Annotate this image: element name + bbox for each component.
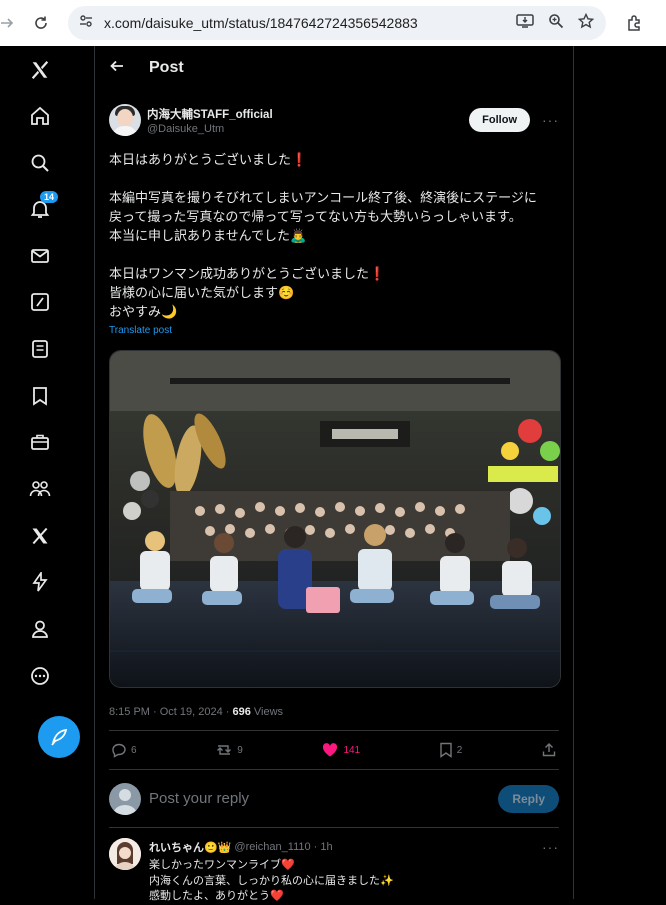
repost-count: 9	[237, 744, 243, 756]
reload-icon[interactable]	[26, 8, 56, 38]
sidebar-nav: 14	[0, 46, 94, 899]
tweet-line: おやすみ🌙	[109, 304, 178, 319]
reply-tweet[interactable]: れいちゃん🙂👑 @reichan_1110 · 1h ··· 楽しかったワンマン…	[95, 828, 573, 905]
tweet-line	[109, 169, 559, 188]
profile-icon[interactable]	[20, 609, 60, 649]
tweet: 内海大輔STAFF_official @Daisuke_Utm Follow ·…	[95, 90, 573, 828]
reply-count: 6	[131, 744, 137, 756]
heart-icon	[323, 743, 338, 757]
page-title: Post	[149, 59, 184, 76]
jobs-icon[interactable]	[20, 422, 60, 462]
address-bar[interactable]: x.com/daisuke_utm/status/184764272435654…	[68, 6, 606, 40]
follow-button[interactable]: Follow	[469, 108, 530, 132]
avatar[interactable]	[109, 838, 141, 870]
author-handle[interactable]: @Daisuke_Utm	[147, 123, 273, 135]
bookmark-icon	[440, 742, 452, 758]
tweet-line: 戻って撮った写真なので帰って写ってない方も大勢いらっしゃいます。	[109, 209, 522, 224]
tweet-actions: 6 9 141 2	[109, 730, 559, 770]
share-action[interactable]	[541, 742, 557, 758]
reply-author-handle[interactable]: @reichan_1110 · 1h	[234, 841, 332, 853]
home-icon[interactable]	[20, 96, 60, 136]
share-icon	[542, 743, 556, 757]
messages-icon[interactable]	[20, 236, 60, 276]
views-count: 696	[232, 706, 251, 718]
reply-text: 楽しかったワンマンライブ❤️ 内海くんの言葉、しっかり私の心に届きました✨ 感動…	[149, 858, 559, 905]
bookmark-count: 2	[456, 744, 463, 756]
bookmarks-icon[interactable]	[20, 376, 60, 416]
tweet-line: 皆様の心に届いた気がします☺️	[109, 285, 295, 300]
notifications-badge: 14	[39, 191, 58, 203]
reply-line: 感動したよ、ありがとう❤️	[149, 890, 284, 902]
like-action[interactable]: 141	[321, 742, 360, 758]
more-menu-icon[interactable]	[20, 656, 60, 696]
avatar[interactable]	[109, 104, 141, 136]
tweet-line: 本日はワンマン成功ありがとうございました❗️	[109, 266, 386, 281]
tweet-line: 本編中写真を撮りそびれてしまいアンコール終了後、終演後にステージに	[109, 190, 537, 205]
tweet-text: 本日はありがとうございました❗️ 本編中写真を撮りそびれてしまいアンコール終了後…	[109, 150, 559, 321]
grok-icon[interactable]	[20, 282, 60, 322]
repost-icon	[217, 745, 232, 755]
reply-icon	[112, 743, 126, 758]
tweet-author-row: 内海大輔STAFF_official @Daisuke_Utm Follow ·…	[109, 98, 559, 142]
translate-post-link[interactable]: Translate post	[109, 325, 559, 336]
tweet-line: 本当に申し訳ありませんでした🙇‍♂️	[109, 228, 307, 243]
reply-header: れいちゃん🙂👑 @reichan_1110 · 1h ···	[149, 838, 559, 856]
reply-input[interactable]: Post your reply	[149, 790, 249, 807]
notifications-icon[interactable]: 14	[20, 189, 60, 229]
premium-icon[interactable]	[20, 516, 60, 556]
author-display-name[interactable]: 内海大輔STAFF_official	[147, 106, 273, 122]
lists-icon[interactable]	[20, 329, 60, 369]
reply-line: 楽しかったワンマンライブ❤️	[149, 859, 295, 871]
bookmark-star-icon[interactable]	[577, 12, 595, 34]
forward-icon[interactable]	[0, 8, 22, 38]
reply-line: 内海くんの言葉、しっかり私の心に届きました✨	[149, 874, 394, 887]
like-count: 141	[343, 744, 361, 756]
post-timestamp[interactable]: 8:15 PM · Oct 19, 2024 ·	[109, 706, 229, 718]
x-logo-icon[interactable]	[20, 50, 60, 90]
views-label: Views	[253, 706, 284, 718]
more-options-icon[interactable]: ···	[542, 839, 559, 855]
tweet-line	[109, 245, 559, 264]
reply-button[interactable]: Reply	[498, 784, 559, 813]
communities-icon[interactable]	[20, 469, 60, 509]
url-text[interactable]: x.com/daisuke_utm/status/184764272435654…	[104, 15, 418, 31]
more-options-icon[interactable]: ···	[542, 112, 559, 128]
my-avatar[interactable]	[109, 782, 141, 815]
repost-action[interactable]: 9	[215, 742, 243, 758]
bookmark-action[interactable]: 2	[439, 742, 463, 758]
tweet-photo[interactable]	[109, 350, 561, 688]
reply-action[interactable]: 6	[111, 742, 137, 758]
explore-icon[interactable]	[20, 143, 60, 183]
zoom-icon[interactable]	[548, 13, 564, 34]
site-settings-icon[interactable]	[78, 13, 94, 34]
install-app-icon[interactable]	[516, 13, 534, 34]
compose-post-button[interactable]	[38, 716, 80, 758]
extensions-icon[interactable]	[620, 8, 650, 38]
back-arrow-icon[interactable]	[109, 58, 125, 79]
browser-toolbar: x.com/daisuke_utm/status/184764272435654…	[0, 0, 666, 46]
tweet-meta: 8:15 PM · Oct 19, 2024 · 696 Views	[109, 702, 559, 722]
reply-composer: Post your reply Reply	[109, 770, 559, 828]
post-header: Post	[95, 46, 573, 90]
main-column: Post 内海大輔STAFF_official @Daisuke_Utm Fol…	[94, 46, 574, 902]
feather-icon	[51, 728, 68, 746]
tweet-line: 本日はありがとうございました❗️	[109, 152, 308, 167]
verified-orgs-icon[interactable]	[20, 562, 60, 602]
reply-author-name[interactable]: れいちゃん🙂👑	[149, 839, 231, 855]
